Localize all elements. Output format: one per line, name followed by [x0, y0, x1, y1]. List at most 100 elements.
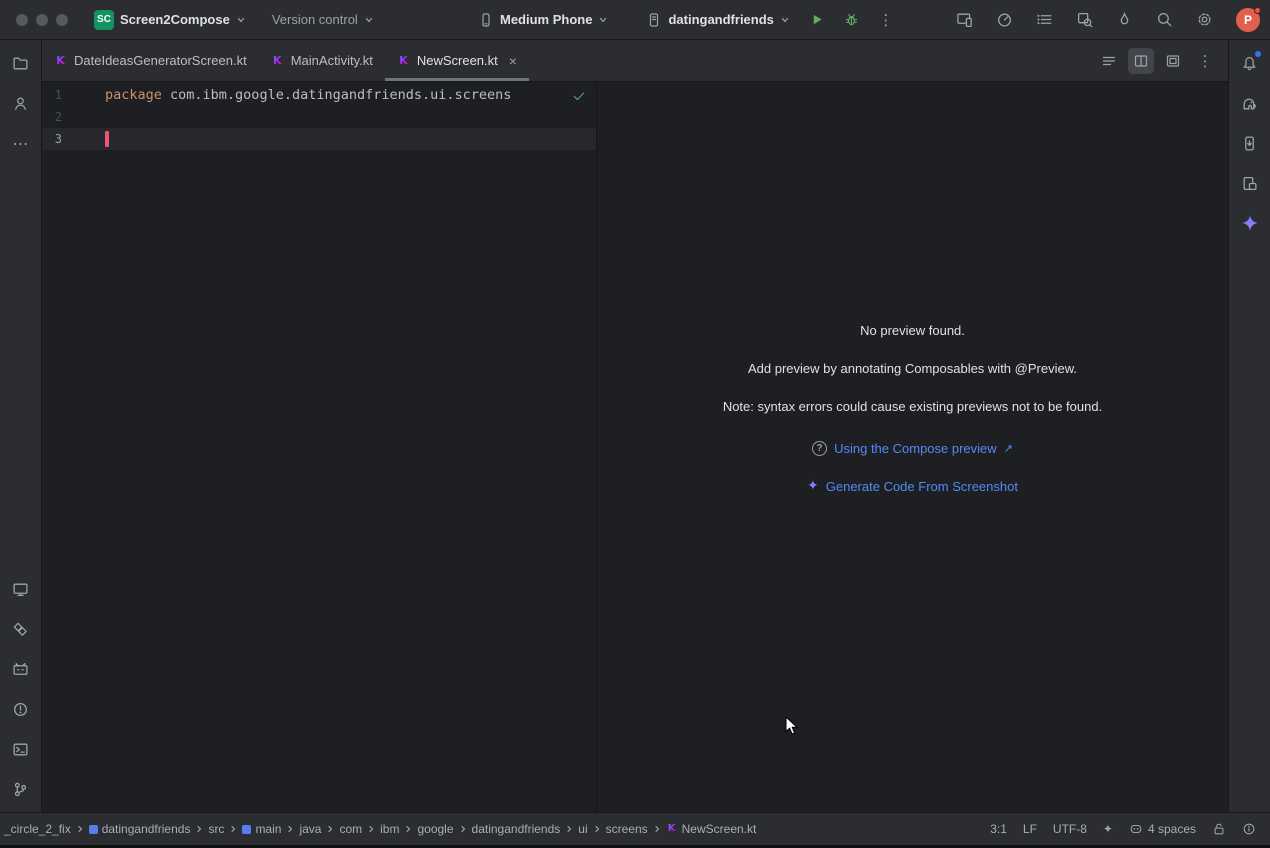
search-icon: [1156, 11, 1173, 28]
status-bar: _circle_2_fix datingandfriends src main …: [0, 812, 1270, 845]
editor-area: K DateIdeasGeneratorScreen.kt K MainActi…: [42, 40, 1228, 812]
breadcrumb-item[interactable]: datingandfriends: [87, 820, 193, 838]
search-everywhere-button[interactable]: [1156, 11, 1173, 28]
caret-position-widget[interactable]: 3:1: [990, 822, 1007, 836]
info-circle-icon: [1242, 822, 1256, 836]
breadcrumb-item[interactable]: screens: [604, 820, 650, 838]
generate-code-from-screenshot-link[interactable]: Generate Code From Screenshot: [826, 479, 1018, 494]
app-inspection-button[interactable]: [1076, 11, 1093, 28]
editor-tab-bar: K DateIdeasGeneratorScreen.kt K MainActi…: [42, 40, 1228, 82]
mouse-cursor: [785, 716, 799, 736]
syntax-error-note: Note: syntax errors could cause existing…: [723, 400, 1102, 414]
tab-mainactivity[interactable]: K MainActivity.kt: [259, 40, 385, 81]
logcat-tool-button[interactable]: [4, 652, 38, 686]
readonly-toggle[interactable]: [1212, 822, 1226, 836]
package-path: com.ibm.google.datingandfriends.ui.scree…: [162, 87, 512, 103]
avatar-initial: P: [1244, 13, 1252, 27]
gemini-tool-button[interactable]: [1233, 206, 1267, 240]
line-number: 3: [42, 128, 62, 150]
window-controls: [16, 14, 68, 26]
task-list-button[interactable]: [1036, 11, 1053, 28]
breadcrumb-separator-icon: [593, 825, 601, 833]
gradle-tool-button[interactable]: [1233, 86, 1267, 120]
device-explorer-tool-button[interactable]: [4, 572, 38, 606]
keyword-package: package: [105, 87, 162, 103]
left-tool-rail: ⋯: [0, 40, 42, 812]
chevron-down-icon: [780, 15, 790, 25]
breadcrumb-separator-icon: [653, 825, 661, 833]
device-manager-tool-button[interactable]: [1233, 126, 1267, 160]
more-actions-button[interactable]: ⋮: [872, 6, 900, 34]
debug-button[interactable]: [838, 6, 866, 34]
gemini-sparkle-icon: [1241, 214, 1259, 232]
app-inspection-icon: [1076, 11, 1093, 28]
indent-widget[interactable]: 4 spaces: [1129, 822, 1196, 836]
compose-preview-docs-link[interactable]: Using the Compose preview: [834, 441, 997, 456]
code-view-button[interactable]: [1096, 48, 1122, 74]
kotlin-file-icon: K: [54, 54, 67, 67]
project-tool-button[interactable]: [4, 46, 38, 80]
inspection-status-widget[interactable]: [572, 89, 586, 103]
editor-line-3[interactable]: 3: [42, 128, 596, 150]
commit-tool-button[interactable]: [4, 86, 38, 120]
close-tab-icon[interactable]: ×: [509, 54, 517, 68]
firebase-button[interactable]: [1116, 11, 1133, 28]
code-editor[interactable]: 1 package com.ibm.google.datingandfriend…: [42, 82, 597, 812]
maximize-window-button[interactable]: [56, 14, 68, 26]
folder-icon: [12, 55, 29, 72]
device-selector[interactable]: Medium Phone: [470, 8, 616, 32]
device-selector-label: Medium Phone: [500, 12, 592, 27]
layout-inspector-tool-button[interactable]: [1233, 166, 1267, 200]
settings-button[interactable]: [1196, 11, 1213, 28]
breadcrumb-item[interactable]: ui: [576, 820, 589, 838]
project-widget[interactable]: SC Screen2Compose: [86, 6, 254, 34]
profiler-button[interactable]: [996, 11, 1013, 28]
editor-line-2[interactable]: 2: [42, 106, 596, 128]
device-manager-icon: [1241, 135, 1258, 152]
project-name: Screen2Compose: [120, 12, 230, 27]
task-list-icon: [1036, 11, 1053, 28]
breadcrumb-item[interactable]: main: [240, 820, 283, 838]
phone-icon: [478, 12, 494, 28]
line-number: 2: [42, 106, 62, 128]
tab-newscreen[interactable]: K NewScreen.kt ×: [385, 40, 529, 81]
run-configuration-selector[interactable]: datingandfriends: [638, 8, 797, 32]
bell-icon: [1241, 55, 1258, 72]
encoding-widget[interactable]: UTF-8: [1053, 822, 1087, 836]
breadcrumb-item[interactable]: datingandfriends: [470, 820, 563, 838]
breadcrumb-item[interactable]: java: [297, 820, 323, 838]
tab-options-button[interactable]: ⋮: [1192, 48, 1218, 74]
more-tool-windows-button[interactable]: ⋯: [4, 126, 38, 160]
compose-preview-panel: No preview found. Add preview by annotat…: [597, 82, 1228, 812]
terminal-tool-button[interactable]: [4, 732, 38, 766]
close-window-button[interactable]: [16, 14, 28, 26]
notifications-button[interactable]: [1233, 46, 1267, 80]
more-vertical-icon: ⋮: [878, 11, 893, 29]
breadcrumb-item[interactable]: google: [415, 820, 455, 838]
ai-status-icon[interactable]: ✦: [1103, 822, 1113, 836]
titlebar: SC Screen2Compose Version control Medium…: [0, 0, 1270, 40]
run-button[interactable]: [804, 6, 832, 34]
unlocked-icon: [1212, 822, 1226, 836]
problems-tool-button[interactable]: [4, 692, 38, 726]
breadcrumb-item[interactable]: _circle_2_fix: [2, 820, 73, 838]
build-variants-tool-button[interactable]: [4, 612, 38, 646]
design-view-button[interactable]: [1160, 48, 1186, 74]
profiler-icon: [996, 11, 1013, 28]
running-devices-button[interactable]: [956, 11, 973, 28]
diamonds-icon: [12, 621, 29, 638]
editor-line-1[interactable]: 1 package com.ibm.google.datingandfriend…: [42, 84, 596, 106]
split-view-button[interactable]: [1128, 48, 1154, 74]
breadcrumb-item-file[interactable]: KNewScreen.kt: [664, 820, 759, 838]
version-control-tool-button[interactable]: [4, 772, 38, 806]
status-indicator[interactable]: [1242, 822, 1256, 836]
minimize-window-button[interactable]: [36, 14, 48, 26]
line-separator-widget[interactable]: LF: [1023, 822, 1037, 836]
breadcrumb-item[interactable]: ibm: [378, 820, 401, 838]
breadcrumb-item[interactable]: com: [337, 820, 364, 838]
run-toolbar: Medium Phone datingandfriends ⋮: [470, 0, 900, 39]
version-control-widget[interactable]: Version control: [264, 8, 382, 31]
avatar[interactable]: P: [1236, 8, 1260, 32]
tab-dateideasgeneratorscreen[interactable]: K DateIdeasGeneratorScreen.kt: [42, 40, 259, 81]
breadcrumb-item[interactable]: src: [206, 820, 226, 838]
